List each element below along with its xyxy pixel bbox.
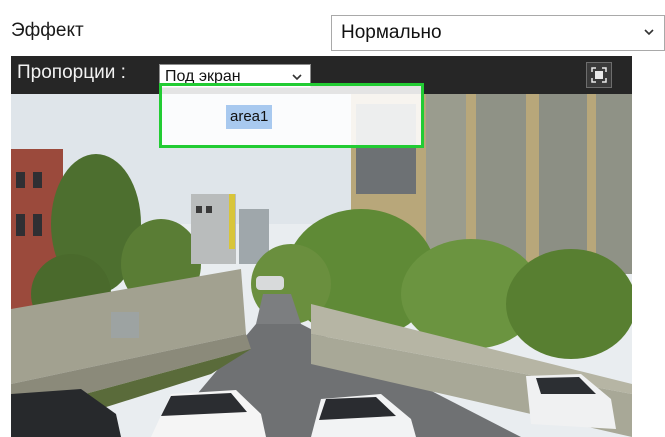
effect-select[interactable]: Нормально <box>331 15 665 51</box>
roi-area-label[interactable]: area1 <box>226 105 273 129</box>
fullscreen-icon <box>591 67 607 83</box>
chevron-down-icon <box>292 74 302 81</box>
effect-row: Эффект Нормально <box>0 0 665 56</box>
fullscreen-button[interactable] <box>586 62 612 88</box>
roi-area-box[interactable] <box>159 83 424 148</box>
video-panel: Пропорции : Под экран area1 <box>11 56 632 437</box>
aspect-ratio-label: Пропорции : <box>17 62 126 83</box>
effect-select-value: Нормально <box>341 22 442 43</box>
chevron-down-icon <box>644 29 654 36</box>
effect-label: Эффект <box>11 20 84 41</box>
